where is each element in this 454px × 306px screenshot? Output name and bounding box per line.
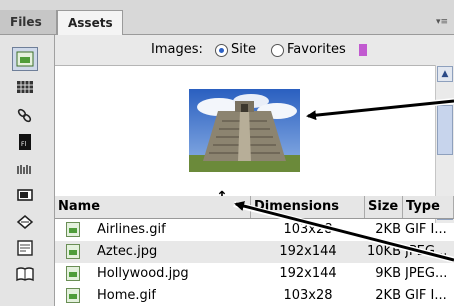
asset-row[interactable]: Aztec.jpg 192x144 10KB JPEG... (55, 241, 454, 263)
site-radio[interactable] (215, 44, 228, 57)
asset-name: Aztec.jpg (97, 244, 158, 259)
urls-icon (17, 108, 32, 123)
scroll-up-button[interactable]: ▲ (437, 66, 453, 82)
image-file-icon (66, 266, 80, 281)
images-filter-label: Images: (151, 42, 203, 57)
asset-list-header: Name Dimensions Size Type (55, 196, 454, 219)
favorites-bookmark-icon (359, 44, 367, 56)
images-icon (16, 51, 34, 67)
column-dimensions-header[interactable]: Dimensions (251, 196, 365, 218)
images-filter-row: Images: Site Favorites (55, 35, 454, 65)
asset-type: GIF I... (405, 288, 447, 303)
favorites-radio-label[interactable]: Favorites (287, 42, 346, 57)
image-file-icon (66, 222, 80, 237)
asset-size: 2KB (375, 222, 401, 237)
asset-dimensions: 103x28 (283, 222, 333, 237)
colors-category-button[interactable] (12, 75, 38, 99)
library-icon (16, 267, 34, 282)
asset-dimensions: 192x144 (279, 244, 337, 259)
templates-category-button[interactable] (12, 236, 38, 260)
favorites-radio[interactable] (271, 44, 284, 57)
asset-dimensions: 192x144 (279, 266, 337, 281)
asset-size: 9KB (375, 266, 401, 281)
assets-main-area: Images: Site Favorites ▲ Name Dimensions… (55, 35, 454, 306)
asset-row[interactable]: Home.gif 103x28 2KB GIF I... (55, 285, 454, 306)
asset-type: JPEG... (405, 266, 448, 281)
colors-icon (17, 81, 33, 93)
scripts-category-button[interactable] (12, 210, 38, 234)
templates-icon (17, 240, 33, 256)
asset-row[interactable]: Hollywood.jpg 192x144 9KB JPEG... (55, 263, 454, 285)
aztec-pyramid-thumbnail (189, 89, 300, 172)
shockwave-icon (17, 165, 31, 174)
urls-category-button[interactable] (12, 103, 38, 127)
shockwave-category-button[interactable] (12, 157, 38, 181)
scripts-icon (16, 215, 34, 229)
assets-panel: Files Assets ▾≡ Fl Images: Site Favorite… (0, 0, 454, 306)
panel-tab-bar: Files Assets ▾≡ (0, 0, 454, 35)
options-menu-icon[interactable]: ▾≡ (432, 16, 452, 28)
flash-category-button[interactable]: Fl (12, 130, 38, 154)
column-type-header[interactable]: Type (403, 196, 454, 218)
image-file-icon (66, 244, 80, 259)
site-radio-label[interactable]: Site (231, 42, 256, 57)
movies-category-button[interactable] (12, 183, 38, 207)
asset-dimensions: 103x28 (283, 288, 333, 303)
scroll-thumb[interactable] (437, 105, 453, 155)
movies-icon (17, 189, 33, 201)
image-file-icon (66, 288, 80, 303)
svg-text:Fl: Fl (21, 141, 26, 148)
column-size-header[interactable]: Size (365, 196, 403, 218)
asset-name: Hollywood.jpg (97, 266, 189, 281)
images-category-button[interactable] (12, 47, 38, 71)
asset-type: JPEG... (405, 244, 448, 259)
tab-files[interactable]: Files (0, 10, 57, 34)
library-category-button[interactable] (12, 262, 38, 286)
flash-icon: Fl (19, 134, 31, 150)
column-name-header[interactable]: Name (55, 196, 251, 218)
asset-size: 2KB (375, 288, 401, 303)
asset-name: Home.gif (97, 288, 156, 303)
asset-category-bar: Fl (0, 35, 55, 306)
tab-assets[interactable]: Assets (57, 10, 123, 35)
asset-size: 10KB (367, 244, 401, 259)
asset-type: GIF I... (405, 222, 447, 237)
asset-name: Airlines.gif (97, 222, 166, 237)
asset-row[interactable]: Airlines.gif 103x28 2KB GIF I... (55, 219, 454, 241)
